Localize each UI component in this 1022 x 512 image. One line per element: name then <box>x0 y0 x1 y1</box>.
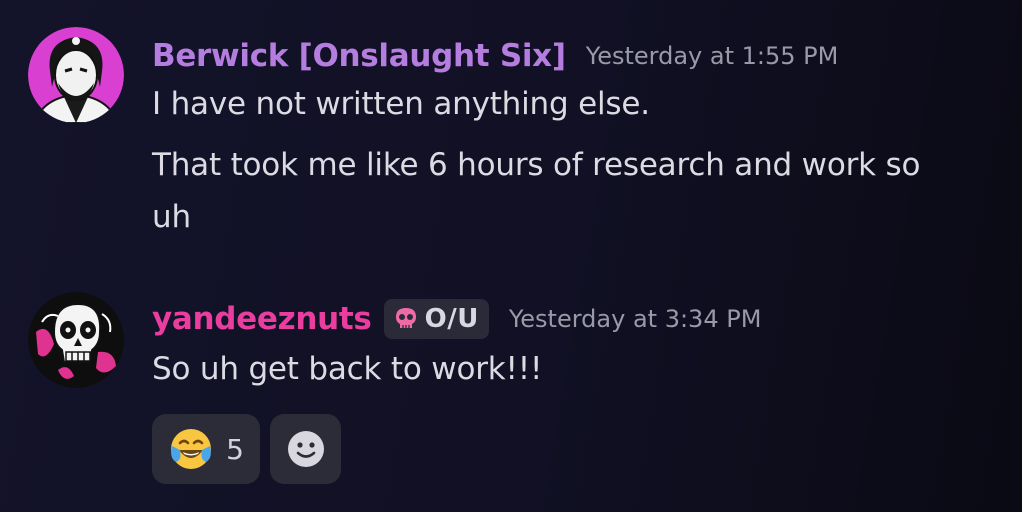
pink-skull-icon <box>395 308 416 328</box>
server-tag[interactable]: O/U <box>383 299 489 339</box>
message-text: I have not written anything else. <box>152 86 650 122</box>
add-reaction-smiley-icon <box>287 431 324 467</box>
message-berwick: Berwick [Onslaught Six] Yesterday at 1:5… <box>0 0 1022 260</box>
skull-portrait-icon <box>28 292 124 388</box>
tag-label: O/U <box>424 304 479 334</box>
reaction-count: 5 <box>226 432 244 466</box>
message-text: uh <box>152 199 191 235</box>
message-header: yandeeznuts O/U Yesterday at 3:34 PM <box>152 297 761 341</box>
timestamp[interactable]: Yesterday at 3:34 PM <box>509 305 762 333</box>
reactions-bar: 5 <box>152 414 341 484</box>
reaction-laughing[interactable]: 5 <box>152 414 260 484</box>
face-with-tears-of-joy-icon <box>171 429 212 469</box>
message-header: Berwick [Onslaught Six] Yesterday at 1:5… <box>152 34 838 78</box>
add-reaction-button[interactable] <box>270 414 341 484</box>
message-text: That took me like 6 hours of research an… <box>152 147 921 183</box>
message-text: So uh get back to work!!! <box>152 351 543 387</box>
timestamp[interactable]: Yesterday at 1:55 PM <box>586 42 839 70</box>
bearded-man-portrait-icon <box>28 27 124 123</box>
avatar[interactable] <box>28 292 124 388</box>
username[interactable]: Berwick [Onslaught Six] <box>152 38 566 74</box>
avatar[interactable] <box>28 27 124 123</box>
username[interactable]: yandeeznuts <box>152 301 372 337</box>
